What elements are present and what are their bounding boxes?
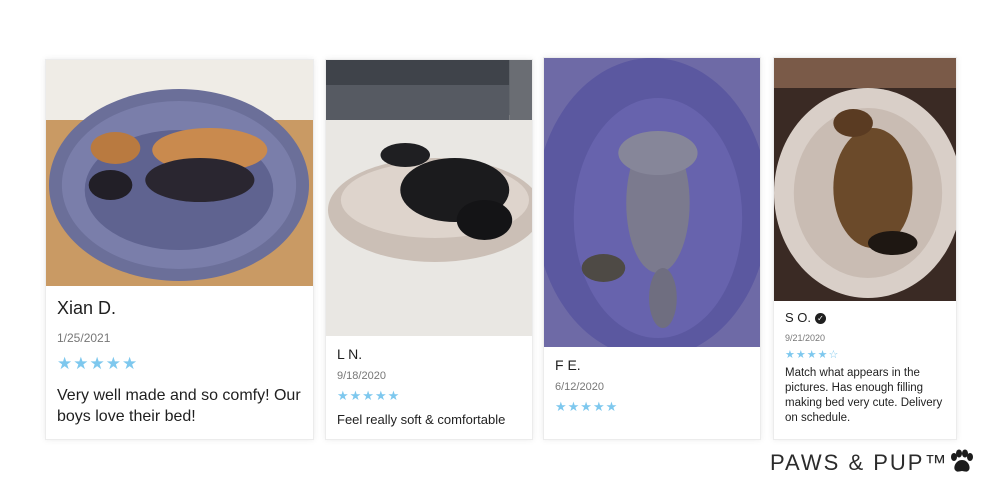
review-text: Very well made and so comfy! Our boys lo…	[57, 387, 301, 425]
dog-on-back-on-purple-fluffy-bed-icon	[544, 58, 760, 347]
review-card: F E. 6/12/2020 ★★★★★	[543, 57, 761, 440]
review-card: Xian D. 1/25/2021 ★★★★★ Very well made a…	[45, 59, 314, 440]
review-photo[interactable]	[774, 58, 956, 301]
reviewer-name-row: S O. ✓	[785, 310, 948, 325]
two-dogs-on-grey-fluffy-bed-icon	[46, 60, 313, 286]
reviewer-name: Xian D.	[57, 298, 117, 318]
brown-dog-on-beige-fluffy-bed-icon	[774, 58, 956, 301]
review-date: 6/12/2020	[555, 381, 604, 393]
rating-stars: ★★★★★	[555, 399, 619, 414]
reviewer-name: S O.	[785, 310, 812, 325]
review-photo[interactable]	[326, 60, 532, 336]
reviewer-name: F E.	[555, 357, 581, 373]
rating-stars: ★★★★★	[57, 354, 139, 373]
review-date: 9/18/2020	[337, 370, 386, 382]
review-photo[interactable]	[46, 60, 313, 286]
brand-name: PAWS & PUP™	[770, 450, 949, 475]
review-photo[interactable]	[544, 58, 760, 347]
review-date: 9/21/2020	[785, 333, 826, 343]
paw-icon	[951, 449, 973, 472]
review-text: Feel really soft & comfortable	[337, 412, 506, 427]
review-date: 1/25/2021	[57, 331, 111, 345]
rating-stars: ★★★★☆	[785, 349, 840, 361]
verified-check-icon: ✓	[815, 313, 827, 324]
review-text: Match what appears in the pictures. Has …	[785, 367, 943, 424]
reviewer-name: L N.	[337, 346, 363, 362]
rating-stars: ★★★★★	[337, 388, 401, 403]
review-card: S O. ✓ 9/21/2020 ★★★★☆ Match what appears…	[773, 57, 957, 440]
review-card: L N. 9/18/2020 ★★★★★ Feel really soft & …	[325, 59, 533, 440]
black-dog-on-beige-fluffy-bed-icon	[326, 60, 532, 336]
